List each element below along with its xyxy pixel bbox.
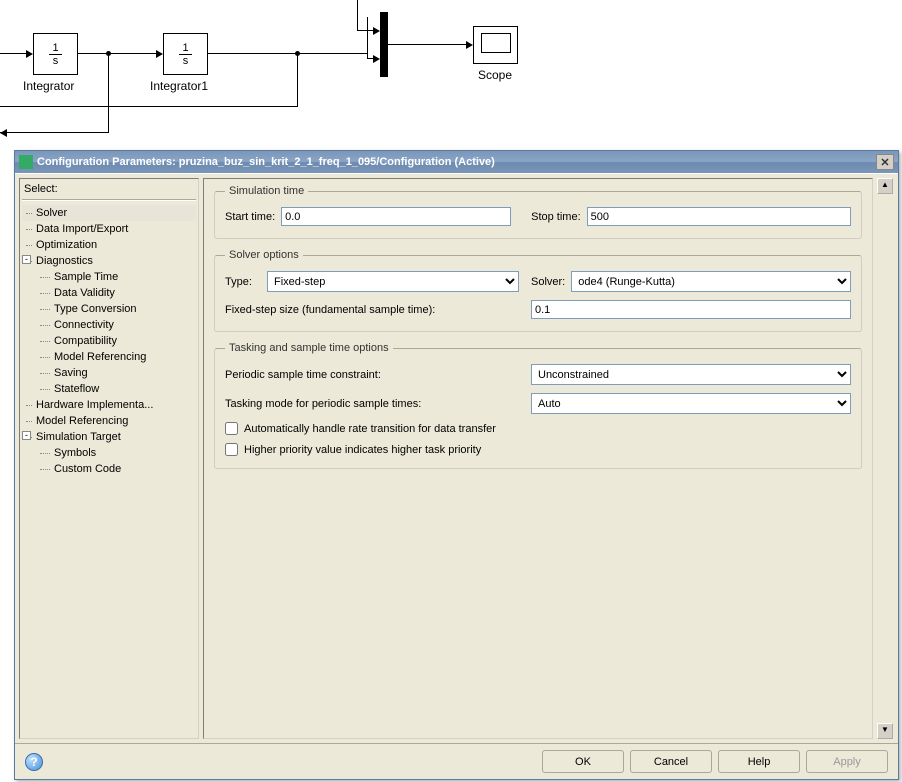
auto-rate-transition-checkbox[interactable] [225,422,238,435]
tree-item-hardware-impl[interactable]: Hardware Implementa... [22,397,196,413]
scope-block[interactable] [473,26,518,64]
tree-item-model-referencing-diag[interactable]: Model Referencing [22,349,196,365]
category-tree: Select: Solver Data Import/Export Optimi… [19,178,199,739]
solver-label: Solver: [531,276,565,288]
type-select[interactable]: Fixed-step [267,271,519,292]
scope-label: Scope [478,68,512,82]
tree-item-simulation-target[interactable]: -Simulation Target [22,429,196,445]
integrator1-label: Integrator1 [150,79,208,93]
cancel-button[interactable]: Cancel [630,750,712,773]
help-button[interactable]: Help [718,750,800,773]
periodic-constraint-select[interactable]: Unconstrained [531,364,851,385]
type-label: Type: [225,276,261,288]
higher-priority-checkbox[interactable] [225,443,238,456]
tree-item-stateflow[interactable]: Stateflow [22,381,196,397]
start-time-input[interactable] [281,207,511,226]
solver-select[interactable]: ode4 (Runge-Kutta) [571,271,851,292]
tree-item-symbols[interactable]: Symbols [22,445,196,461]
help-icon[interactable]: ? [25,753,43,771]
periodic-constraint-label: Periodic sample time constraint: [225,369,525,381]
tree-item-compatibility[interactable]: Compatibility [22,333,196,349]
dialog-footer: ? OK Cancel Help Apply [15,743,898,779]
ok-button[interactable]: OK [542,750,624,773]
integrator-label: Integrator [23,79,74,93]
expander-icon[interactable]: - [22,431,31,440]
main-panel: Simulation time Start time: Stop time: S… [203,178,873,739]
step-size-label: Fixed-step size (fundamental sample time… [225,304,525,316]
tree-item-solver[interactable]: Solver [22,205,196,221]
tree-item-sample-time[interactable]: Sample Time [22,269,196,285]
scroll-down-button[interactable]: ▼ [877,723,893,739]
dialog-title: Configuration Parameters: pruzina_buz_si… [37,156,495,168]
config-params-dialog: Configuration Parameters: pruzina_buz_si… [14,150,899,780]
expander-icon[interactable]: - [22,255,31,264]
stop-time-label: Stop time: [531,211,581,223]
higher-priority-label: Higher priority value indicates higher t… [244,444,481,456]
simulation-time-group: Simulation time Start time: Stop time: [214,185,862,239]
integrator-block[interactable]: 1s [33,33,78,75]
close-button[interactable]: ✕ [876,154,894,170]
titlebar[interactable]: Configuration Parameters: pruzina_buz_si… [15,151,898,173]
tree-item-custom-code[interactable]: Custom Code [22,461,196,477]
auto-rate-transition-label: Automatically handle rate transition for… [244,423,496,435]
tasking-options-group: Tasking and sample time options Periodic… [214,342,862,469]
tree-item-saving[interactable]: Saving [22,365,196,381]
tree-item-optimization[interactable]: Optimization [22,237,196,253]
stop-time-input[interactable] [587,207,851,226]
tree-item-model-referencing[interactable]: Model Referencing [22,413,196,429]
tree-item-data-import-export[interactable]: Data Import/Export [22,221,196,237]
scroll-up-button[interactable]: ▲ [877,178,893,194]
integrator1-block[interactable]: 1s [163,33,208,75]
tree-item-diagnostics[interactable]: -Diagnostics [22,253,196,269]
tree-header: Select: [22,183,196,195]
step-size-input[interactable] [531,300,851,319]
tree-item-data-validity[interactable]: Data Validity [22,285,196,301]
mux-block[interactable] [380,12,388,77]
tree-item-type-conversion[interactable]: Type Conversion [22,301,196,317]
apply-button[interactable]: Apply [806,750,888,773]
tasking-mode-label: Tasking mode for periodic sample times: [225,398,525,410]
start-time-label: Start time: [225,211,275,223]
tasking-mode-select[interactable]: Auto [531,393,851,414]
solver-options-group: Solver options Type: Fixed-step Solver: … [214,249,862,332]
app-icon [19,155,33,169]
simulink-canvas: 1s Integrator 1s Integrator1 Scope [0,0,902,170]
tree-item-connectivity[interactable]: Connectivity [22,317,196,333]
